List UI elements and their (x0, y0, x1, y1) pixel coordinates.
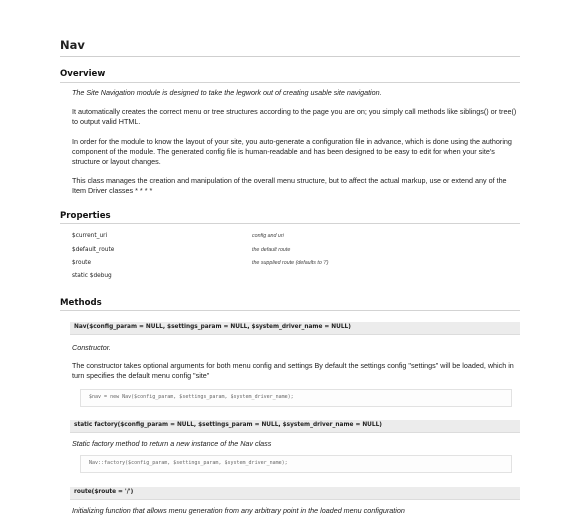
method-signature-bar: static factory($config_param = NULL, $se… (70, 420, 520, 433)
code-block: $nav = new Nav($config_param, $settings_… (80, 389, 512, 407)
method-signature-bar: route($route = '/') (70, 487, 520, 500)
method-summary: Initializing function that allows menu g… (72, 506, 405, 515)
property-name: $current_uri (72, 233, 108, 239)
overview-paragraph-3: This class manages the creation and mani… (72, 176, 507, 195)
property-name: $route (72, 260, 92, 266)
overview-intro: The Site Navigation module is designed t… (72, 88, 382, 97)
method-detail: The constructor takes optional arguments… (72, 361, 514, 380)
overview-paragraph-1: It automatically creates the correct men… (72, 107, 517, 126)
property-description: the default route (252, 247, 291, 253)
code-line: $nav = new Nav($config_param, $settings_… (89, 394, 294, 400)
documentation-page: Nav Overview The Site Navigation module … (0, 0, 580, 520)
property-name: static $debug (72, 273, 112, 279)
property-description: the supplied route (defaults to '/') (252, 260, 329, 266)
method-summary: Static factory method to return a new in… (72, 439, 272, 448)
method-signature-bar: Nav($config_param = NULL, $settings_para… (70, 322, 520, 335)
methods-heading: Methods (60, 298, 102, 308)
page-title: Nav (60, 38, 85, 52)
properties-heading: Properties (60, 211, 111, 221)
method-signature: static factory($config_param = NULL, $se… (74, 422, 382, 428)
overview-heading: Overview (60, 69, 106, 79)
overview-paragraph-2: In order for the module to know the layo… (72, 137, 512, 166)
properties-divider (60, 223, 520, 224)
method-signature: Nav($config_param = NULL, $settings_para… (74, 324, 351, 330)
property-description: config and uri (252, 233, 284, 239)
overview-divider (60, 82, 520, 83)
method-signature: route($route = '/') (74, 489, 134, 495)
code-line: Nav::factory($config_param, $settings_pa… (89, 460, 288, 466)
title-divider (60, 56, 520, 57)
methods-divider (60, 310, 520, 311)
code-block: Nav::factory($config_param, $settings_pa… (80, 455, 512, 473)
property-name: $default_route (72, 247, 115, 253)
method-summary: Constructor. (72, 343, 111, 352)
